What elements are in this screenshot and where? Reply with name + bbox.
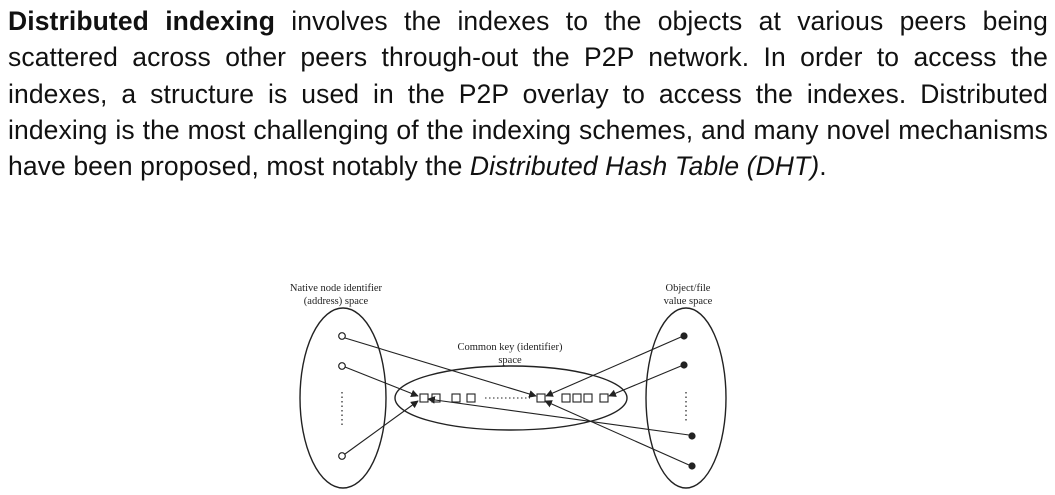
object-to-key-arrow: [427, 396, 690, 436]
object-point: [688, 462, 696, 470]
node-to-key-arrow: [344, 400, 419, 455]
key-square: [561, 393, 571, 403]
object-point: [680, 332, 688, 340]
left-space-label-line1: Native node identifier: [290, 283, 383, 294]
node-point: [338, 362, 346, 370]
key-square: [599, 393, 609, 403]
key-square: [419, 393, 429, 403]
key-square: [583, 393, 593, 403]
object-to-key-arrow: [608, 365, 682, 397]
object-point: [680, 361, 688, 369]
right-space-label-line2: value space: [664, 296, 713, 307]
node-point: [338, 452, 346, 460]
key-square: [572, 393, 582, 403]
node-to-key-arrow: [344, 366, 419, 398]
node-point: [338, 332, 346, 340]
key-space-label-line1: Common key (identifier): [458, 342, 563, 353]
dht-mapping-diagram: Native node identifier (address) space O…: [290, 283, 727, 489]
object-point: [688, 432, 696, 440]
left-space-label-line2: (address) space: [304, 296, 369, 307]
right-space-label-line1: Object/file: [666, 283, 711, 294]
object-to-key-arrow: [545, 336, 682, 397]
key-square: [536, 393, 546, 403]
key-square: [451, 393, 461, 403]
key-space-label-line2: space: [498, 355, 522, 366]
key-square: [466, 393, 476, 403]
